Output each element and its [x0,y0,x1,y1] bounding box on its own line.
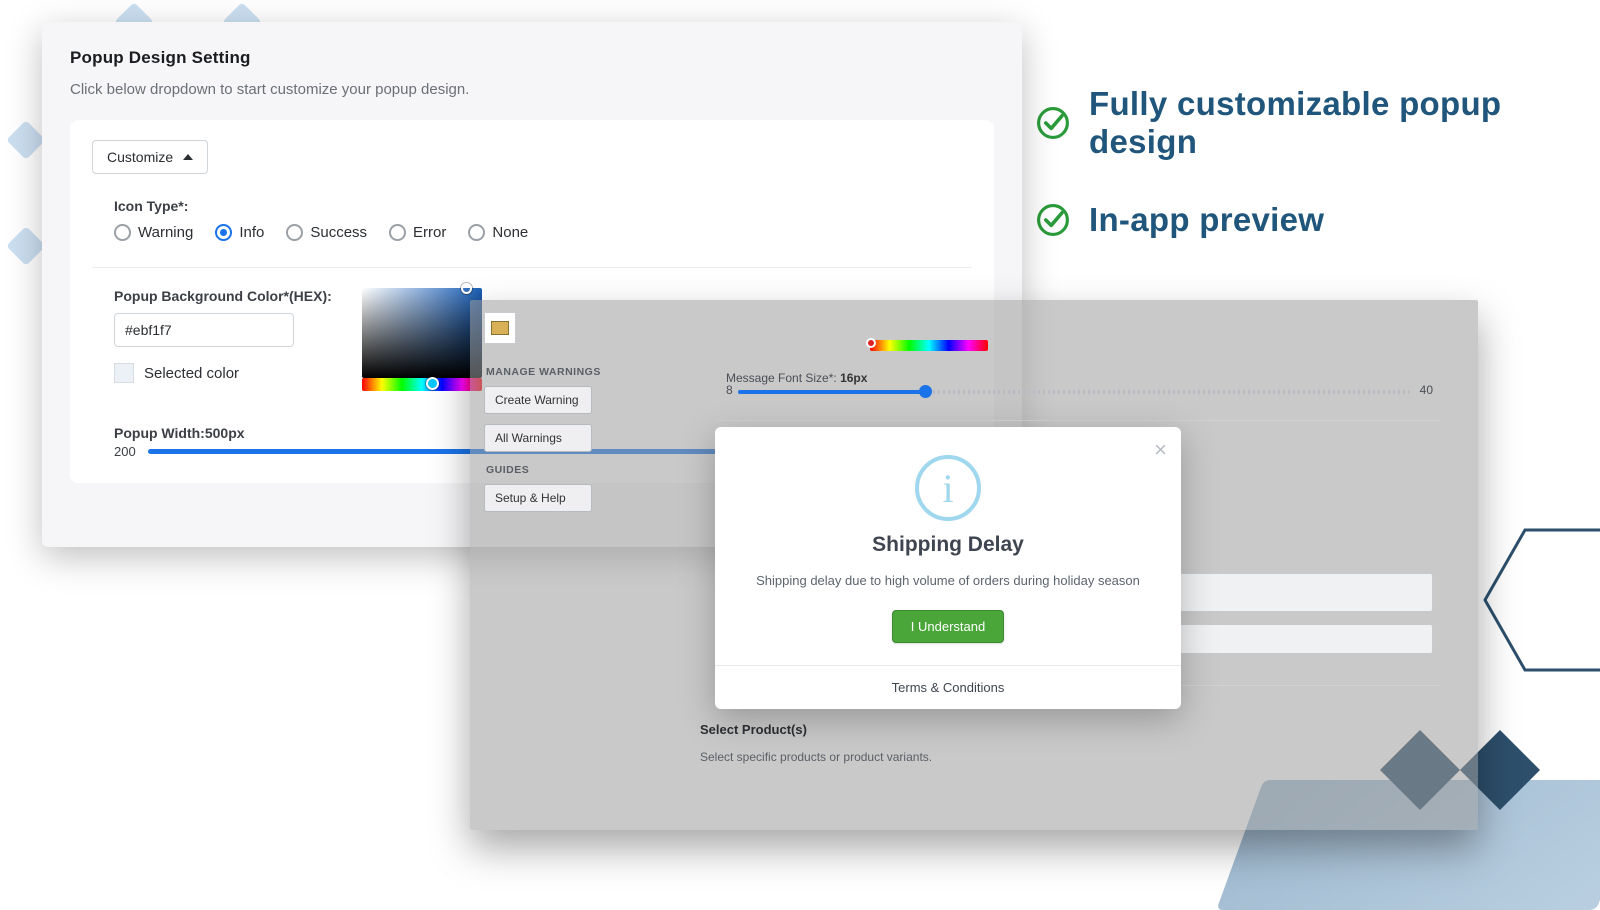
radio-dot-icon [468,224,485,241]
radio-dot-icon [389,224,406,241]
color-cursor-icon [461,283,472,294]
feature-text: Fully customizable popup design [1089,85,1600,161]
radio-none[interactable]: None [468,224,528,241]
chevron-up-icon [183,154,193,160]
decoration-diamond [6,120,46,160]
radio-dot-icon [215,224,232,241]
logo-icon [491,321,509,335]
popup-footer-link[interactable]: Terms & Conditions [715,665,1181,709]
app-logo[interactable] [484,312,516,344]
font-size-min: 8 [726,383,733,397]
selected-color-swatch [114,363,134,383]
slider-fill [738,390,926,394]
close-icon[interactable]: × [1154,439,1167,461]
decoration-diamond [6,226,46,266]
radio-info[interactable]: Info [215,224,264,241]
hue-handle-icon [866,338,876,348]
select-products-subtitle: Select specific products or product vari… [700,750,932,764]
info-icon: i [915,455,981,521]
font-size-max: 40 [1420,383,1433,397]
customize-label: Customize [107,149,173,165]
radio-dot-icon [114,224,131,241]
hue-slider[interactable] [362,378,482,391]
panel-title: Popup Design Setting [70,48,994,68]
popup-title: Shipping Delay [715,533,1181,557]
icon-type-radio-group: Warning Info Success Error None [114,224,972,241]
hue-handle-icon [426,377,439,390]
setup-help-button[interactable]: Setup & Help [484,484,592,512]
icon-type-label: Icon Type*: [114,198,972,214]
form-field[interactable] [1155,573,1433,612]
popup-confirm-button[interactable]: I Understand [892,610,1004,643]
feature-bullet: Fully customizable popup design [1035,85,1600,161]
sidebar-section-warnings: MANAGE WARNINGS [486,366,652,378]
color-gradient[interactable] [362,288,482,378]
color-hue-bar[interactable] [870,340,988,351]
popup-preview: × i Shipping Delay Shipping delay due to… [715,427,1181,709]
bg-color-input[interactable] [114,313,294,347]
selected-color-label: Selected color [144,365,239,382]
checkmark-circle-icon [1035,202,1071,238]
bg-color-label: Popup Background Color*(HEX): [114,288,332,304]
admin-preview-panel: MANAGE WARNINGS Create Warning All Warni… [470,300,1478,830]
feature-text: In-app preview [1089,201,1324,239]
all-warnings-button[interactable]: All Warnings [484,424,592,452]
slider-thumb-icon [919,385,932,398]
radio-warning[interactable]: Warning [114,224,193,241]
radio-error[interactable]: Error [389,224,446,241]
select-products-title: Select Product(s) [700,722,807,737]
radio-success[interactable]: Success [286,224,367,241]
form-field[interactable] [1155,624,1433,654]
divider [92,267,972,268]
radio-dot-icon [286,224,303,241]
decoration-hexagon [1480,520,1600,680]
color-picker[interactable] [362,288,482,391]
font-size-slider[interactable] [738,390,1410,394]
create-warning-button[interactable]: Create Warning [484,386,592,414]
popup-message: Shipping delay due to high volume of ord… [745,573,1151,588]
sidebar-section-guides: GUIDES [486,464,652,476]
admin-main: Message Font Size*: 16px 8 40 Select Pro… [680,300,1478,830]
checkmark-circle-icon [1035,105,1071,141]
width-min-value: 200 [114,444,136,459]
divider [718,420,1440,421]
customize-dropdown[interactable]: Customize [92,140,208,174]
panel-subtitle: Click below dropdown to start customize … [70,81,994,98]
font-size-label: Message Font Size*: 16px [726,371,867,385]
feature-bullet: In-app preview [1035,201,1600,239]
sidebar: MANAGE WARNINGS Create Warning All Warni… [484,354,654,522]
